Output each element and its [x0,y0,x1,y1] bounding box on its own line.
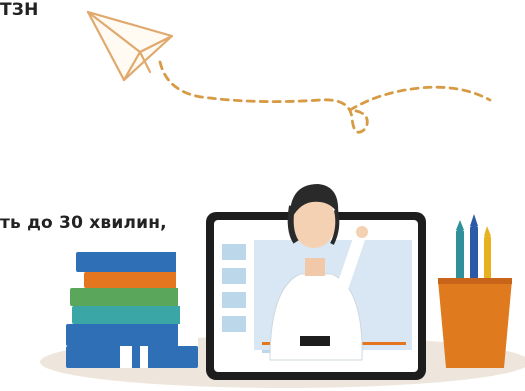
flight-path [158,60,492,134]
pencil-cup-icon [438,214,512,368]
paper-plane-icon [86,10,174,82]
tablet-video-icon [206,184,426,380]
books-stack-icon [66,252,198,368]
lesson-illustration: ТЗН ть до 30 хвилин, [0,0,525,391]
illustration-canvas [40,10,525,388]
